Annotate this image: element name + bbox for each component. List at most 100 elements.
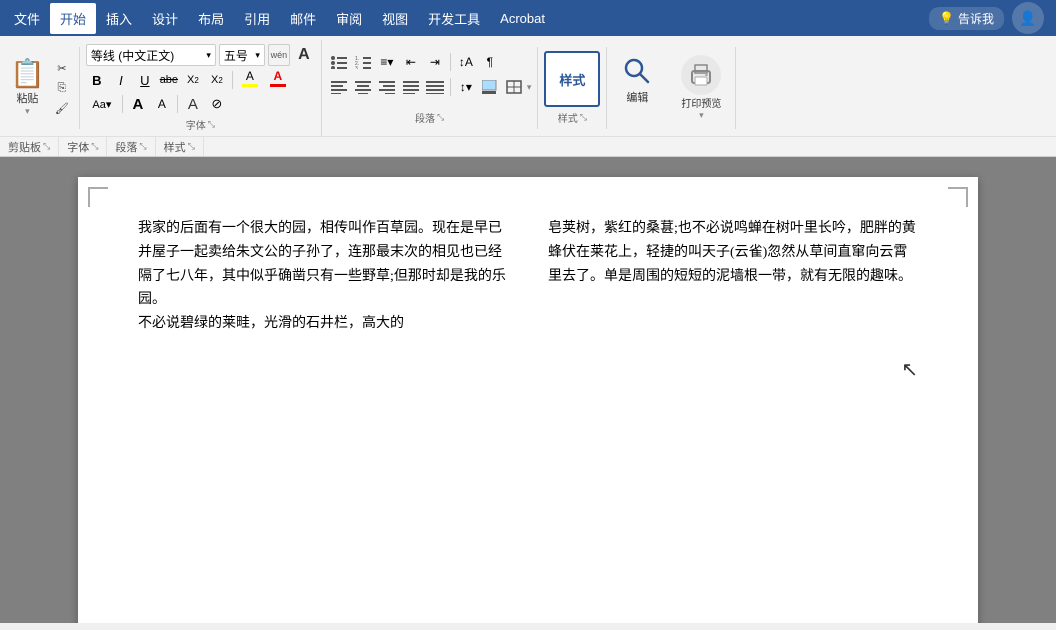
show-marks-button[interactable]: ¶ [479, 51, 501, 73]
borders-button[interactable] [503, 76, 525, 98]
line-spacing-button[interactable]: ↕▾ [455, 76, 477, 98]
numbering-button[interactable]: 1. 2. 3. [352, 51, 374, 73]
multilevel-list-button[interactable]: ≡▾ [376, 51, 398, 73]
paragraph-list-row: 1. 2. 3. ≡▾ ⇤ ⇥ ↕A ¶ [328, 51, 532, 73]
numbering-icon: 1. 2. 3. [355, 55, 371, 69]
font-expand-icon[interactable]: ⤡ [208, 119, 215, 130]
clear-format-button[interactable]: ⊘ [206, 93, 228, 115]
menu-mail[interactable]: 邮件 [280, 3, 326, 34]
align-center-button[interactable] [352, 76, 374, 98]
chinese-layout-button[interactable] [424, 76, 446, 98]
menu-bar: 文件 开始 插入 设计 布局 引用 邮件 审阅 视图 开发工具 Acrobat … [0, 0, 1056, 36]
cut-button[interactable]: ✂ [51, 59, 73, 77]
decrease-indent-button[interactable]: ⇤ [400, 51, 422, 73]
copy-button[interactable]: ⎘ [51, 79, 73, 97]
font-grow-button[interactable]: A [127, 93, 149, 115]
font-row3: Aa▾ A A A ⊘ [86, 93, 315, 115]
text-column-1[interactable]: 我家的后面有一个很大的园，相传叫作百草园。现在是早已并屋子一起卖给朱文公的子孙了… [138, 217, 508, 336]
user-profile-button[interactable]: 👤 [1012, 2, 1044, 34]
font-divider2 [122, 95, 123, 113]
print-svg [687, 61, 715, 89]
justify-icon [403, 80, 419, 94]
font-shrink-button[interactable]: A [151, 93, 173, 115]
menu-view[interactable]: 视图 [372, 3, 418, 34]
bullets-icon [331, 55, 347, 69]
paragraph-label: 段落 ⤡ [328, 108, 532, 125]
font-name-dropdown[interactable]: 等线 (中文正文) ▾ [86, 44, 216, 66]
menu-acrobat[interactable]: Acrobat [490, 5, 555, 32]
align-right-icon [379, 80, 395, 94]
paragraph-align-row: ↕▾ ▾ [328, 76, 532, 98]
text-col1-paragraph: 我家的后面有一个很大的园，相传叫作百草园。现在是早已并屋子一起卖给朱文公的子孙了… [138, 217, 508, 336]
ribbon: 📋 粘贴 ▾ ✂ ⎘ 🖌 等线 (中文正文) ▾ 五号 [0, 36, 1056, 157]
tell-me-label: 告诉我 [958, 10, 994, 27]
italic-button[interactable]: I [110, 69, 132, 91]
paste-button[interactable]: 📋 粘贴 ▾ [6, 58, 49, 119]
menu-design[interactable]: 设计 [142, 3, 188, 34]
shading-button[interactable] [479, 76, 501, 98]
font-big-a-button[interactable]: A [293, 44, 315, 66]
aa-button[interactable]: Aa▾ [86, 93, 118, 115]
font-color-button[interactable]: A [265, 69, 291, 91]
style-bottom-expand-icon: ⤡ [188, 141, 195, 152]
superscript-button[interactable]: X2 [206, 69, 228, 91]
style-bottom-label[interactable]: 样式 ⤡ [156, 137, 204, 156]
font-size-dropdown[interactable]: 五号 ▾ [219, 44, 265, 66]
borders-chevron[interactable]: ▾ [527, 82, 532, 93]
subscript-button[interactable]: X2 [182, 69, 204, 91]
print-preview-button[interactable]: 打印预览 ▾ [675, 51, 727, 125]
bullets-button[interactable] [328, 51, 350, 73]
font-section: 等线 (中文正文) ▾ 五号 ▾ wén A B I U abe [80, 40, 322, 136]
menu-start[interactable]: 开始 [50, 3, 96, 34]
menu-layout[interactable]: 布局 [188, 3, 234, 34]
increase-indent-button[interactable]: ⇥ [424, 51, 446, 73]
underline-button[interactable]: U [134, 69, 156, 91]
font-bottom-expand-icon: ⤡ [91, 141, 98, 152]
justify-button[interactable] [400, 76, 422, 98]
print-preview-label: 打印预览 [681, 95, 721, 110]
align-right-button[interactable] [376, 76, 398, 98]
font-size-chevron: ▾ [255, 50, 260, 61]
font-size-value: 五号 [224, 47, 248, 64]
style-button[interactable]: 样式 [544, 51, 600, 107]
editing-button[interactable]: 编辑 [613, 51, 661, 109]
bold-button[interactable]: B [86, 69, 108, 91]
page-content: 我家的后面有一个很大的园，相传叫作百草园。现在是早已并屋子一起卖给朱文公的子孙了… [138, 217, 918, 336]
corner-top-right [948, 187, 968, 207]
font-name-row: 等线 (中文正文) ▾ 五号 ▾ wén A [86, 44, 315, 66]
search-icon [621, 55, 653, 87]
font-bottom-label[interactable]: 字体 ⤡ [59, 137, 107, 156]
menu-reference[interactable]: 引用 [234, 3, 280, 34]
print-icon [681, 55, 721, 95]
align-center-icon [355, 80, 371, 94]
strikethrough-button[interactable]: abe [158, 69, 180, 91]
para-divider2 [450, 78, 451, 96]
editing-section: 编辑 [607, 47, 667, 129]
menu-review[interactable]: 审阅 [326, 3, 372, 34]
text-highlight-color-button[interactable]: A [237, 69, 263, 91]
paragraph-bottom-label[interactable]: 段落 ⤡ [107, 137, 155, 156]
menu-dev-tools[interactable]: 开发工具 [418, 3, 490, 34]
style-expand-icon[interactable]: ⤡ [580, 112, 587, 123]
para-divider1 [450, 53, 451, 71]
clipboard-bottom-label[interactable]: 剪贴板 ⤡ [0, 137, 59, 156]
wen-button[interactable]: wén [268, 44, 290, 66]
paragraph-expand-icon[interactable]: ⤡ [437, 112, 444, 123]
menu-file[interactable]: 文件 [4, 3, 50, 34]
editing-label: 编辑 [626, 89, 648, 105]
ribbon-main-row: 📋 粘贴 ▾ ✂ ⎘ 🖌 等线 (中文正文) ▾ 五号 [0, 36, 1056, 136]
menu-insert[interactable]: 插入 [96, 3, 142, 34]
highlight-color-bar [242, 84, 258, 87]
format-painter-button[interactable]: 🖌 [51, 99, 73, 117]
tell-me-box[interactable]: 💡 告诉我 [929, 7, 1004, 30]
document-area: 我家的后面有一个很大的园，相传叫作百草园。现在是早已并屋子一起卖给朱文公的子孙了… [0, 157, 1056, 623]
clipboard-expand-icon: ⤡ [43, 141, 50, 152]
sort-button[interactable]: ↕A [455, 51, 477, 73]
text-column-2[interactable]: 皂荚树，紫红的桑葚;也不必说鸣蝉在树叶里长吟，肥胖的黄蜂伏在莱花上，轻捷的叫天子… [548, 217, 918, 336]
borders-icon [506, 80, 522, 94]
font-color-bar [270, 84, 286, 87]
align-left-button[interactable] [328, 76, 350, 98]
shading-icon [482, 80, 498, 94]
search-svg [623, 57, 651, 85]
font-format-button[interactable]: A [182, 93, 204, 115]
